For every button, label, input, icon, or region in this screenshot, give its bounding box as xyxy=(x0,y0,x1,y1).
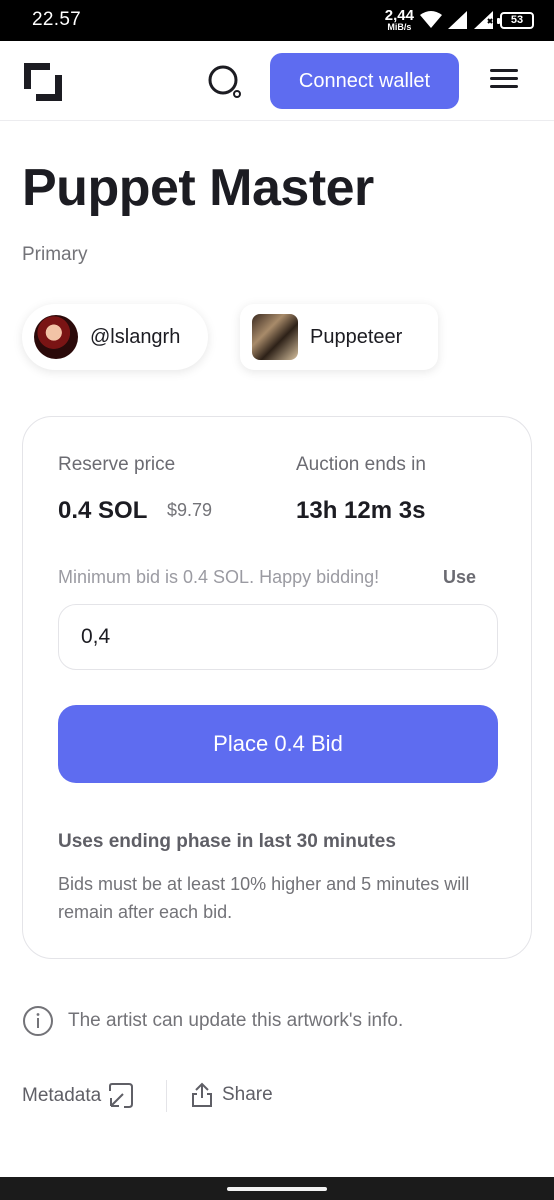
metadata-label: Metadata xyxy=(22,1085,102,1106)
metadata-link[interactable]: Metadata xyxy=(22,1082,135,1110)
menu-line xyxy=(490,85,518,88)
logo-icon[interactable] xyxy=(22,61,64,103)
menu-line xyxy=(490,77,518,80)
share-link[interactable]: Share xyxy=(190,1082,273,1108)
creator-pill[interactable]: @lslangrh xyxy=(22,304,208,370)
place-bid-button[interactable]: Place 0.4 Bid xyxy=(58,705,498,783)
info-text: The artist can update this artwork's inf… xyxy=(68,1010,404,1031)
menu-line xyxy=(490,69,518,72)
ending-phase-description: Bids must be at least 10% higher and 5 m… xyxy=(58,874,470,922)
reserve-price-usd: $9.79 xyxy=(167,500,213,520)
network-speed-unit: MiB/s xyxy=(387,22,412,32)
signal-icon-2 xyxy=(474,11,493,29)
creator-avatar xyxy=(34,315,78,359)
auction-countdown: 13h 12m 3s xyxy=(296,497,426,524)
network-speed: 2,44 MiB/s xyxy=(385,8,414,32)
share-icon xyxy=(192,1082,212,1107)
battery-icon: 53 xyxy=(497,11,534,29)
ending-phase-title: Uses ending phase in last 30 minutes xyxy=(58,831,396,852)
system-nav-bar xyxy=(0,1177,554,1200)
wifi-icon xyxy=(420,11,442,28)
site-header: Connect wallet xyxy=(0,41,554,121)
reserve-price-label: Reserve price xyxy=(58,454,176,475)
footer-divider xyxy=(166,1080,167,1112)
connect-wallet-button[interactable]: Connect wallet xyxy=(270,53,459,109)
artwork-info-note: The artist can update this artwork's inf… xyxy=(22,1005,403,1037)
use-min-bid-button[interactable]: Use xyxy=(443,567,476,588)
battery-level: 53 xyxy=(510,14,524,26)
reserve-price-value: 0.4 SOL xyxy=(58,497,148,524)
artwork-subtitle: Primary xyxy=(22,244,88,265)
info-icon xyxy=(23,1006,53,1036)
collection-pill[interactable]: Puppeteer xyxy=(240,304,438,370)
status-bar: 22.57 2,44 MiB/s 53 xyxy=(0,0,554,41)
collection-thumbnail xyxy=(252,314,298,360)
hamburger-menu-icon[interactable] xyxy=(490,69,518,93)
external-link-icon xyxy=(109,1083,134,1108)
signal-icon xyxy=(448,11,467,29)
network-speed-value: 2,44 xyxy=(384,7,414,24)
auction-ends-label: Auction ends in xyxy=(296,454,426,475)
creator-handle: @lslangrh xyxy=(90,325,181,348)
status-time: 22.57 xyxy=(32,9,82,30)
minimum-bid-text: Minimum bid is 0.4 SOL. Happy bidding! xyxy=(58,567,380,587)
auction-card: Reserve price 0.4 SOL $9.79 Auction ends… xyxy=(22,416,532,959)
share-label: Share xyxy=(222,1084,273,1105)
home-gesture-handle[interactable] xyxy=(227,1187,327,1191)
artwork-title: Puppet Master xyxy=(22,159,374,217)
status-icons: 2,44 MiB/s 53 xyxy=(385,6,534,34)
bid-amount-input[interactable] xyxy=(58,604,498,670)
search-icon[interactable] xyxy=(206,63,244,101)
collection-name: Puppeteer xyxy=(310,325,403,348)
